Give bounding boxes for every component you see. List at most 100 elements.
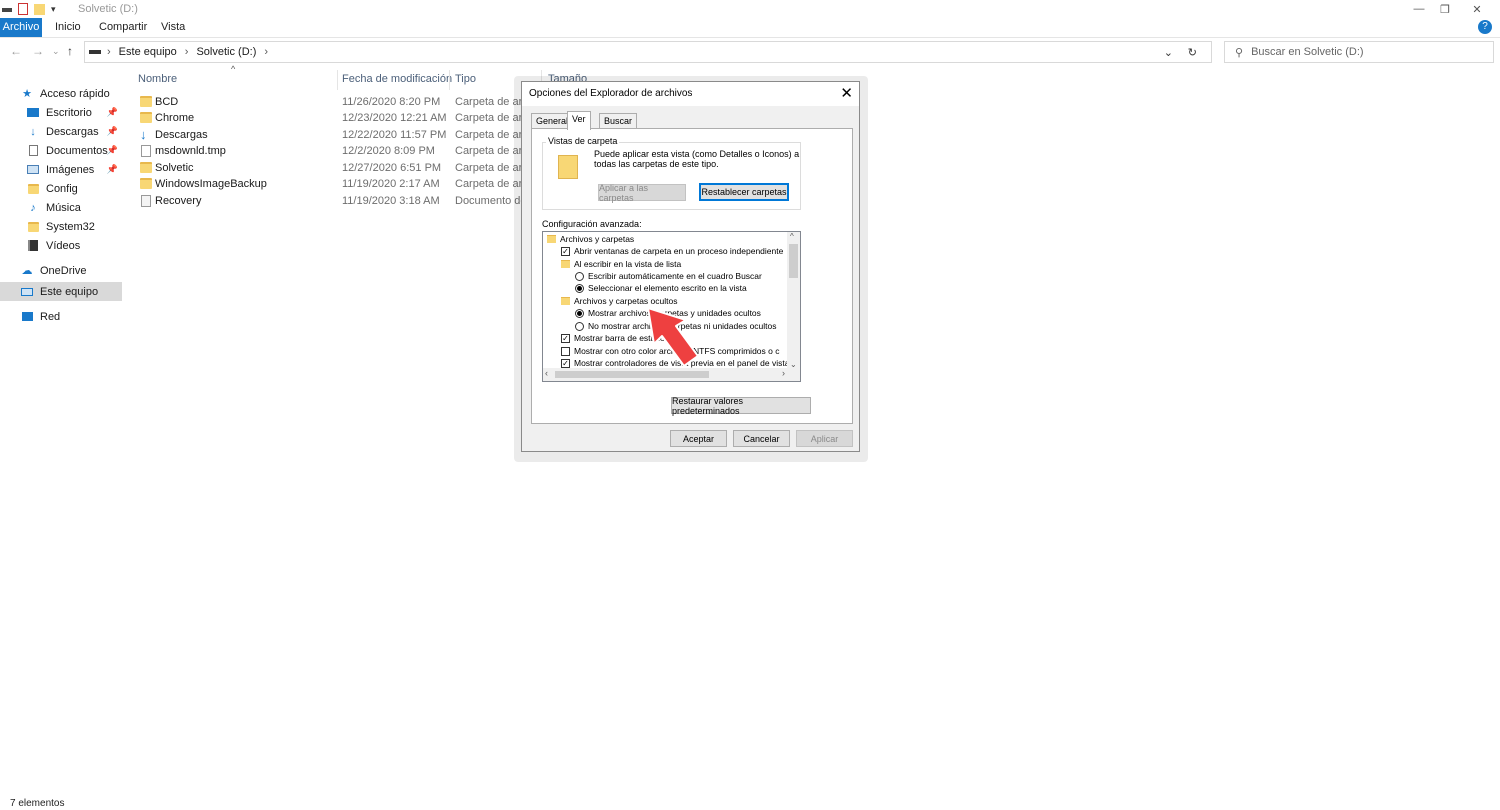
ribbon-tabs: Archivo Inicio Compartir Vista ?: [0, 18, 1500, 38]
tab-vista[interactable]: Vista: [154, 18, 192, 37]
pin-icon[interactable]: 📌: [107, 145, 118, 156]
pin-icon[interactable]: 📌: [107, 164, 118, 175]
dialog-title: Opciones del Explorador de archivos: [529, 88, 693, 99]
folder-icon: [26, 183, 40, 195]
title-bar: ▾ Solvetic (D:) — ❐ ✕: [0, 0, 1500, 18]
folder-icon: [140, 178, 152, 189]
customize-toolbar-icon[interactable]: ▾: [51, 4, 56, 15]
file-date: 12/22/2020 11:57 PM: [342, 129, 447, 141]
file-name: Recovery: [155, 195, 202, 207]
sidebar-item-system32[interactable]: System32: [0, 217, 122, 236]
checkbox-checked-icon[interactable]: ✓: [561, 333, 570, 343]
app-icon[interactable]: [2, 6, 12, 12]
pointer-arrow-icon: [647, 307, 699, 367]
tab-inicio[interactable]: Inicio: [48, 18, 88, 37]
file-icon: [141, 195, 151, 207]
sidebar-item-descargas[interactable]: ↓ Descargas 📌: [0, 122, 122, 141]
sidebar-item-escritorio[interactable]: Escritorio 📌: [0, 103, 122, 122]
column-header-type[interactable]: Tipo: [455, 73, 476, 85]
close-button[interactable]: ✕: [1454, 0, 1500, 18]
checkbox-unchecked-icon[interactable]: [561, 346, 570, 356]
file-row[interactable]: Chrome 12/23/2020 12:21 AM Carpeta de ar…: [135, 110, 535, 126]
column-divider[interactable]: [449, 70, 450, 90]
computer-icon: [20, 286, 34, 298]
folder-icon: [140, 162, 152, 173]
window-title: Solvetic (D:): [78, 3, 138, 15]
tab-ver[interactable]: Ver: [567, 111, 591, 130]
sidebar-item-musica[interactable]: ♪ Música: [0, 198, 122, 217]
sidebar-item-onedrive[interactable]: ☁ OneDrive: [0, 261, 122, 280]
search-icon: ⚲: [1235, 46, 1244, 59]
checkbox-checked-icon[interactable]: ✓: [561, 246, 570, 256]
pin-icon[interactable]: 📌: [107, 107, 118, 118]
vertical-scroll-thumb[interactable]: [789, 244, 798, 278]
column-header-name[interactable]: Nombre: [138, 73, 177, 85]
desktop-icon: [26, 107, 40, 119]
reset-folders-button[interactable]: Restablecer carpetas: [699, 183, 789, 201]
sidebar-item-config[interactable]: Config: [0, 179, 122, 198]
vertical-scrollbar[interactable]: ^ ⌄: [787, 232, 800, 369]
cancel-button[interactable]: Cancelar: [733, 430, 790, 447]
checkbox-checked-icon[interactable]: ✓: [561, 358, 570, 368]
sidebar-item-red[interactable]: Red: [0, 307, 122, 326]
new-folder-icon[interactable]: [34, 3, 45, 15]
help-icon[interactable]: ?: [1478, 20, 1492, 34]
sidebar-item-documentos[interactable]: Documentos 📌: [0, 141, 122, 160]
adv-radio-escribir-buscar[interactable]: Escribir automáticamente en el cuadro Bu…: [575, 270, 762, 282]
sidebar-item-este-equipo[interactable]: Este equipo: [0, 282, 122, 301]
folder-views-label: Vistas de carpeta: [546, 136, 620, 146]
file-row[interactable]: BCD 11/26/2020 8:20 PM Carpeta de arch: [135, 94, 535, 110]
scroll-up-icon[interactable]: ^: [790, 232, 794, 241]
file-row[interactable]: Recovery 11/19/2020 3:18 AM Documento de…: [135, 193, 535, 209]
radio-checked-icon[interactable]: [575, 283, 584, 293]
file-date: 12/27/2020 6:51 PM: [342, 162, 442, 174]
recent-locations-icon[interactable]: ⌄: [52, 46, 60, 57]
file-row[interactable]: Solvetic 12/27/2020 6:51 PM Carpeta de a…: [135, 160, 535, 176]
adv-radio-seleccionar-elemento[interactable]: Seleccionar el elemento escrito en la vi…: [575, 282, 747, 294]
adv-checkbox-procesos[interactable]: ✓ Abrir ventanas de carpeta en un proceso…: [561, 245, 783, 257]
sidebar-item-acceso-rapido[interactable]: ★ Acceso rápido: [0, 84, 122, 103]
up-arrow-icon[interactable]: ↑: [67, 44, 73, 58]
tab-buscar[interactable]: Buscar: [599, 113, 638, 129]
radio-unchecked-icon[interactable]: [575, 321, 584, 331]
sidebar-item-videos[interactable]: Vídeos: [0, 236, 122, 255]
pin-icon[interactable]: 📌: [107, 126, 118, 137]
radio-unchecked-icon[interactable]: [575, 271, 584, 281]
breadcrumb-solvetic[interactable]: Solvetic (D:): [196, 46, 256, 58]
scroll-left-icon[interactable]: ‹: [545, 368, 548, 378]
status-bar-count: 7 elementos: [10, 798, 65, 809]
sidebar-item-imagenes[interactable]: Imágenes 📌: [0, 160, 122, 179]
refresh-icon[interactable]: ↻: [1188, 46, 1197, 59]
apply-to-folders-button[interactable]: Aplicar a las carpetas: [598, 183, 686, 203]
column-header-date[interactable]: Fecha de modificación: [342, 73, 452, 85]
file-row[interactable]: WindowsImageBackup 11/19/2020 2:17 AM Ca…: [135, 176, 535, 192]
address-dropdown-icon[interactable]: ⌄: [1164, 46, 1173, 59]
adv-item-label: Archivos y carpetas: [560, 234, 635, 244]
file-row[interactable]: ↓ Descargas 12/22/2020 11:57 PM Carpeta …: [135, 127, 535, 143]
sidebar-item-label: Documentos: [46, 144, 108, 157]
file-name: BCD: [155, 96, 179, 108]
dialog-close-icon[interactable]: ✕: [840, 84, 853, 102]
properties-icon[interactable]: [18, 3, 28, 15]
back-arrow-icon[interactable]: ←: [10, 44, 22, 58]
address-bar[interactable]: › Este equipo › Solvetic (D:) › ⌄ ↻: [84, 41, 1212, 63]
breadcrumb-este-equipo[interactable]: Este equipo: [119, 46, 177, 58]
file-row[interactable]: msdownld.tmp 12/2/2020 8:09 PM Carpeta d…: [135, 143, 535, 159]
sidebar-item-label: Config: [46, 182, 78, 195]
ok-button[interactable]: Aceptar: [670, 430, 727, 447]
radio-checked-icon[interactable]: [575, 308, 584, 318]
sort-ascending-icon: ^: [231, 64, 236, 74]
column-divider[interactable]: [337, 70, 338, 90]
folder-options-dialog: Opciones del Explorador de archivos ✕ Ge…: [521, 81, 860, 452]
drive-icon: [89, 50, 101, 54]
search-placeholder: Buscar en Solvetic (D:): [1251, 46, 1364, 58]
apply-button[interactable]: Aplicar: [796, 430, 853, 447]
tab-compartir[interactable]: Compartir: [92, 18, 154, 37]
search-box[interactable]: ⚲ Buscar en Solvetic (D:): [1224, 41, 1494, 63]
restore-defaults-button[interactable]: Restaurar valores predeterminados: [671, 396, 811, 416]
file-name: Descargas: [155, 129, 208, 141]
pictures-icon: [26, 164, 40, 176]
scroll-right-icon[interactable]: ›: [782, 368, 785, 378]
tab-archivo[interactable]: Archivo: [0, 18, 42, 37]
forward-arrow-icon[interactable]: →: [32, 44, 44, 58]
